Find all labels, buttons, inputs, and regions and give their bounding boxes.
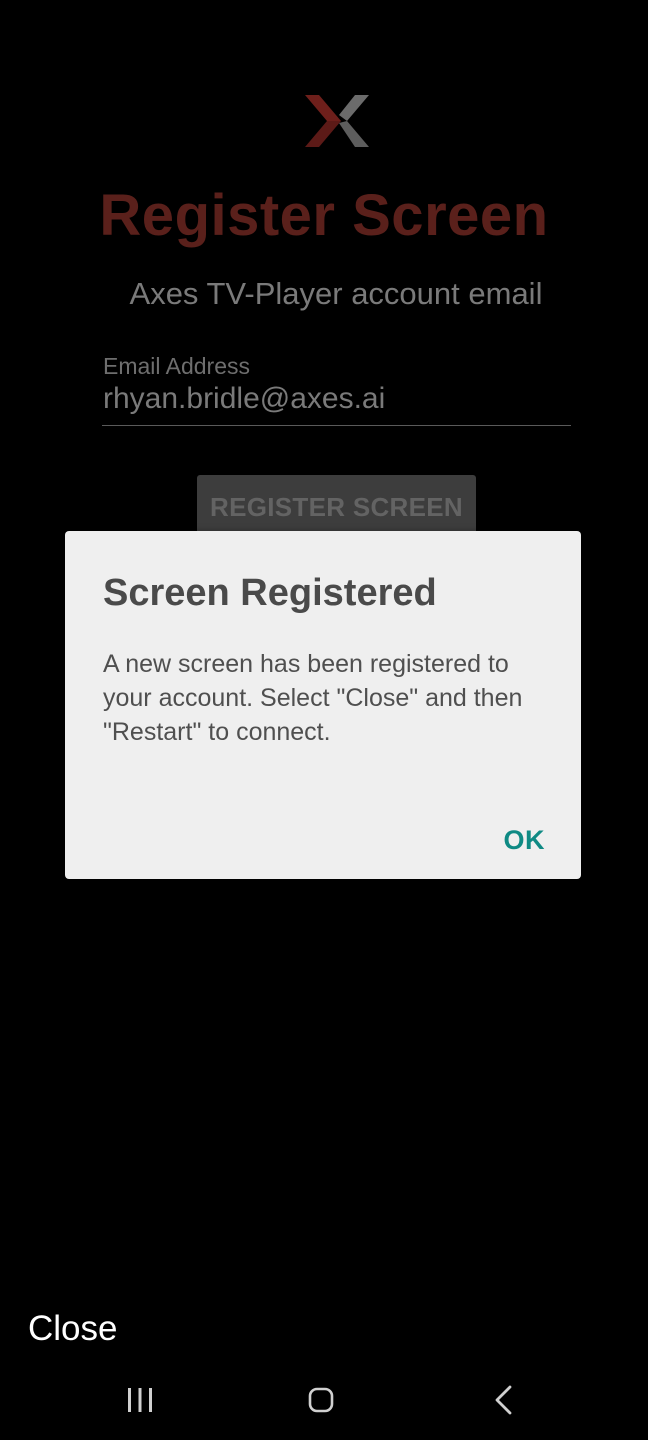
dialog-message: A new screen has been registered to your… — [103, 650, 523, 746]
email-field-underline — [102, 425, 571, 426]
close-button[interactable]: Close — [28, 1307, 117, 1351]
recents-button[interactable] — [100, 1360, 180, 1440]
recents-icon — [128, 1388, 152, 1412]
system-navigation-bar — [0, 1360, 648, 1440]
screen-registered-dialog: Screen Registered A new screen has been … — [65, 531, 581, 879]
home-icon — [308, 1387, 334, 1413]
dialog-title: Screen Registered — [103, 572, 437, 614]
axes-x-logo-icon — [305, 95, 369, 147]
page-subtitle: Axes TV-Player account email — [129, 276, 543, 311]
back-icon — [495, 1385, 512, 1415]
app-screen: Register Screen Axes TV-Player account e… — [0, 0, 648, 1440]
ok-button[interactable]: OK — [504, 823, 546, 857]
page-title: Register Screen — [99, 183, 549, 248]
email-field-label: Email Address — [103, 353, 251, 379]
axes-logo-icon — [303, 93, 371, 149]
back-button[interactable] — [463, 1360, 543, 1440]
home-button[interactable] — [281, 1360, 361, 1440]
email-field[interactable]: rhyan.bridle@axes.ai — [103, 380, 385, 418]
